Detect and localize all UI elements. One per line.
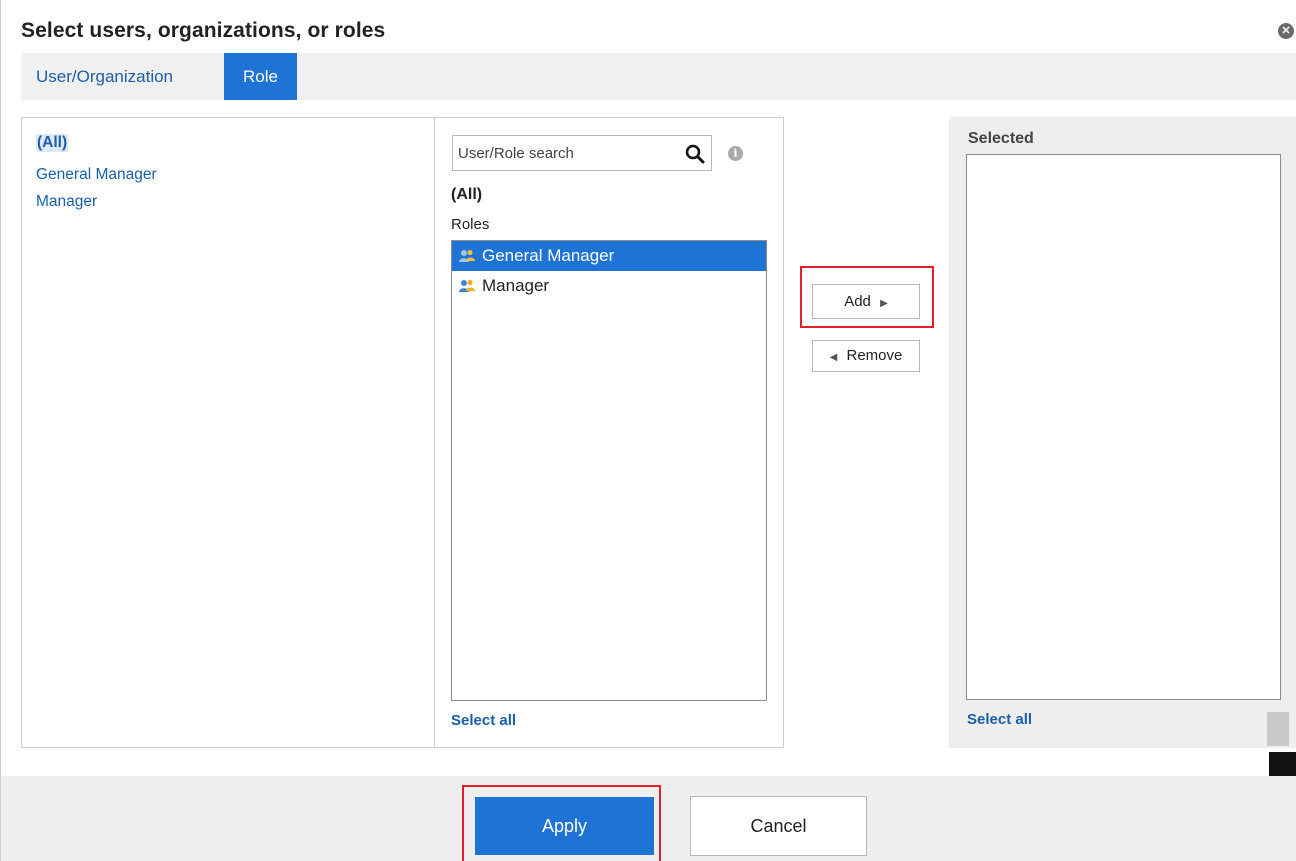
resize-handle[interactable] [1267,712,1289,746]
role-label: Manager [482,276,550,295]
group-item-general-manager[interactable]: General Manager [36,166,157,184]
info-icon[interactable]: i [728,146,743,161]
search-icon[interactable] [685,144,705,164]
group-item-manager[interactable]: Manager [36,193,97,211]
list-item-manager[interactable]: Manager [452,271,766,301]
role-icon [459,249,475,262]
role-group-panel: (All) General Manager Manager [21,117,435,748]
selected-listbox[interactable] [966,154,1281,700]
search-box [452,135,712,171]
tab-role[interactable]: Role [224,53,297,100]
list-item-general-manager[interactable]: General Manager [452,241,766,271]
cancel-button[interactable]: Cancel [690,796,867,856]
select-all-roles-link[interactable]: Select all [451,712,516,729]
apply-button[interactable]: Apply [475,797,654,855]
dialog: Select users, organizations, or roles ✕ … [0,0,1296,861]
add-label: Add [844,293,871,310]
dialog-title: Select users, organizations, or roles [21,19,386,42]
role-label: General Manager [482,246,615,265]
resize-handle-corner[interactable] [1269,752,1296,776]
group-item-all[interactable]: (All) [36,134,69,152]
close-icon[interactable]: ✕ [1278,23,1294,39]
triangle-left-icon: ◀ [829,352,838,363]
role-listbox[interactable]: General Manager Manager [451,240,767,701]
selected-panel: Selected Select all [949,117,1296,748]
group-heading: (All) [451,186,483,203]
role-icon [459,279,475,292]
role-list-panel: i (All) Roles General Manager [434,117,784,748]
triangle-right-icon: ▶ [880,298,888,309]
tab-bar: User/Organization Role [21,53,1296,100]
tab-user-organization[interactable]: User/Organization [21,53,213,100]
remove-button[interactable]: ◀ Remove [812,340,920,372]
search-input[interactable] [458,136,673,170]
remove-label: Remove [846,347,903,364]
roles-heading: Roles [451,216,490,233]
selected-heading: Selected [968,130,1034,147]
add-button[interactable]: Add ▶ [812,284,920,319]
select-all-selected-link[interactable]: Select all [967,711,1032,728]
